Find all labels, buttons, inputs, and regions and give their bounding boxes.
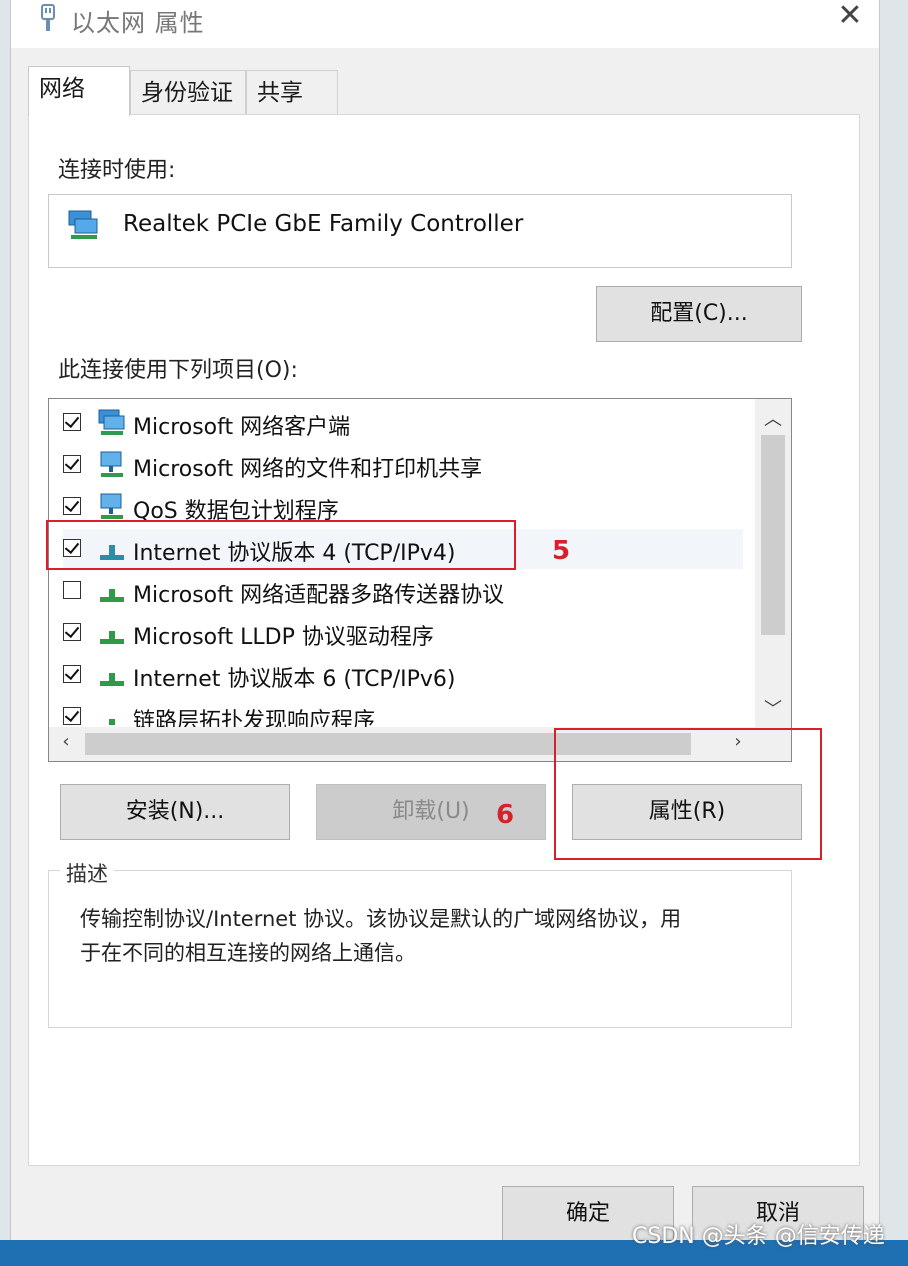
checkbox[interactable]: [63, 581, 81, 599]
item-label: Internet 协议版本 6 (TCP/IPv6): [133, 667, 456, 692]
network-adapter-icon: [68, 210, 98, 239]
scroll-down-icon[interactable]: ﹀: [758, 695, 788, 721]
description-text: 传输控制协议/Internet 协议。该协议是默认的广域网络协议，用 于在不同的…: [80, 902, 780, 970]
annotation-box-properties: [554, 728, 822, 860]
components-list[interactable]: Microsoft 网络客户端 Microsoft 网络的文件和打印机共享 Qo…: [48, 398, 792, 762]
protocol-icon: [100, 631, 124, 644]
item-label: Microsoft 网络适配器多路传送器协议: [133, 583, 505, 608]
adapter-name: Realtek PCIe GbE Family Controller: [123, 211, 524, 237]
close-button[interactable]: ✕: [827, 0, 873, 36]
annotation-step-5: 5: [552, 536, 571, 566]
title-bar: 以太网 属性 ✕: [11, 0, 879, 48]
list-item[interactable]: Microsoft LLDP 协议驱动程序: [63, 613, 743, 653]
adapter-box: Realtek PCIe GbE Family Controller: [48, 194, 792, 268]
network-service-icon: [100, 493, 123, 519]
checkbox[interactable]: [63, 455, 81, 473]
annotation-box-ipv4: [46, 520, 516, 570]
checkbox[interactable]: [63, 623, 81, 641]
network-service-icon: [100, 451, 123, 477]
description-line-2: 于在不同的相互连接的网络上通信。: [80, 941, 416, 965]
items-list-label: 此连接使用下列项目(O):: [58, 358, 298, 383]
annotation-step-6: 6: [496, 800, 515, 830]
vertical-scroll-thumb[interactable]: [761, 435, 785, 635]
checkbox[interactable]: [63, 665, 81, 683]
tab-sharing[interactable]: 共享: [246, 70, 338, 114]
protocol-icon: [100, 589, 124, 602]
watermark: CSDN @头条 @信安传递: [632, 1224, 885, 1249]
list-item[interactable]: Internet 协议版本 6 (TCP/IPv6): [63, 655, 743, 695]
tab-authentication[interactable]: 身份验证: [130, 70, 246, 114]
item-label: Microsoft LLDP 协议驱动程序: [133, 625, 434, 650]
protocol-icon: [100, 673, 124, 686]
list-item[interactable]: Microsoft 网络适配器多路传送器协议: [63, 571, 743, 611]
item-label: Microsoft 网络的文件和打印机共享: [133, 457, 483, 482]
checkbox[interactable]: [63, 497, 81, 515]
network-client-icon: [98, 409, 125, 435]
checkbox[interactable]: [63, 413, 81, 431]
vertical-scrollbar[interactable]: ︿ ﹀: [755, 399, 791, 727]
checkbox[interactable]: [63, 707, 81, 725]
scroll-up-icon[interactable]: ︿: [758, 405, 788, 431]
install-button[interactable]: 安装(N)...: [60, 784, 290, 840]
network-cable-icon: [41, 4, 55, 31]
tab-network[interactable]: 网络: [28, 66, 130, 116]
item-label: Microsoft 网络客户端: [133, 415, 351, 440]
list-item[interactable]: Microsoft 网络客户端: [63, 403, 743, 443]
list-item[interactable]: Microsoft 网络的文件和打印机共享: [63, 445, 743, 485]
description-title: 描述: [60, 858, 114, 888]
description-line-1: 传输控制协议/Internet 协议。该协议是默认的广域网络协议，用: [80, 907, 682, 931]
scroll-left-icon[interactable]: ‹: [51, 731, 81, 752]
connect-using-label: 连接时使用:: [58, 158, 176, 183]
configure-button[interactable]: 配置(C)...: [596, 286, 802, 342]
window-title: 以太网 属性: [71, 9, 205, 37]
